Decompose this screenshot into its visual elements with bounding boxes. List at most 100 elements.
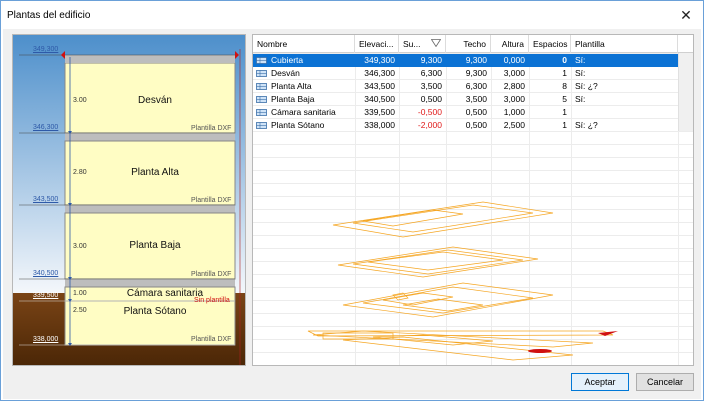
dialog-window: Plantas del edificio ✕ 349,300 346,300 3… (0, 0, 704, 401)
cell-elevacion: 339,500 (364, 107, 395, 117)
floors-table-panel: Nombre Elevaci... Su... Techo Altura Esp… (252, 34, 694, 366)
cell-altura: 3,000 (503, 68, 525, 78)
floor-height: 3.00 (73, 243, 87, 250)
table-side-strip (678, 53, 693, 131)
sort-filter-icon (431, 39, 441, 47)
floor-plan-icon (256, 122, 267, 129)
column-header-suelo-label: Su... (403, 39, 421, 49)
cell-altura: 0,000 (503, 55, 525, 65)
cell-espacios: 8 (562, 81, 567, 91)
level-label: 339,500 (33, 292, 59, 299)
cell-plantilla: Sí: ¿? (575, 81, 598, 91)
floor-height: 2.80 (73, 169, 87, 176)
cell-suelo: 0,500 (420, 94, 442, 104)
floor-template: Plantilla DXF (191, 125, 232, 132)
cancel-button[interactable]: Cancelar (636, 373, 694, 391)
red-flag-icon (528, 349, 552, 353)
cell-espacios: 0 (562, 55, 567, 65)
accept-button[interactable]: Aceptar (571, 373, 629, 391)
table-row[interactable]: Planta Baja 340,500 0,500 3,500 3,000 5 Sí: (253, 93, 678, 106)
floor-template: Plantilla DXF (191, 197, 232, 204)
cell-suelo: -0,500 (417, 107, 442, 117)
cell-plantilla: Sí: (575, 94, 586, 104)
floor-name: Planta Alta (131, 167, 179, 178)
floor-plan-icon (256, 96, 267, 103)
slab-346 (65, 133, 235, 141)
cell-nombre: Planta Sótano (271, 120, 325, 130)
dialog-body: 349,300 346,300 343,500 340,500 339,500 … (3, 29, 701, 399)
cell-techo: 9,300 (465, 68, 487, 78)
cell-suelo: -2,000 (417, 120, 442, 130)
cell-elevacion: 343,500 (364, 81, 395, 91)
cell-plantilla (571, 106, 678, 119)
close-icon[interactable]: ✕ (677, 6, 695, 24)
table-row[interactable]: Planta Sótano 338,000 -2,000 0,500 2,500 1 Sí:… (253, 119, 678, 132)
table-row[interactable]: Desván 346,300 6,300 9,300 3,000 1 Sí: (253, 67, 678, 80)
column-header-nombre[interactable]: Nombre (253, 35, 355, 53)
cell-techo: 0,500 (465, 120, 487, 130)
column-header-espacios[interactable]: Espacios (529, 35, 571, 53)
building-section-view[interactable]: 349,300 346,300 343,500 340,500 339,500 … (12, 34, 246, 366)
level-label: 338,000 (33, 336, 59, 343)
floor-height: 1.00 (73, 290, 87, 297)
cell-elevacion: 338,000 (364, 120, 395, 130)
floor-template: Plantilla DXF (191, 336, 232, 343)
cell-nombre: Cámara sanitaria (271, 107, 336, 117)
table-row[interactable]: Planta Alta 343,500 3,500 6,300 2,800 8 Sí: ¿? (253, 80, 678, 93)
column-header-elevacion[interactable]: Elevaci... (355, 35, 399, 53)
cell-nombre: Planta Baja (271, 94, 315, 104)
cell-nombre: Desván (271, 68, 300, 78)
column-header-altura[interactable]: Altura (491, 35, 529, 53)
level-label: 340,500 (33, 270, 59, 277)
floor-template: Plantilla DXF (191, 271, 232, 278)
cell-altura: 1,000 (503, 107, 525, 117)
level-label: 349,300 (33, 46, 59, 53)
table-row[interactable]: Cubierta 349,300 9,300 9,300 0,000 0 Sí: (253, 54, 678, 67)
slab-349 (65, 55, 235, 63)
cell-plantilla: Sí: (575, 55, 586, 65)
cell-suelo: 3,500 (420, 81, 442, 91)
cell-plantilla: Sí: (575, 68, 586, 78)
cell-suelo: 9,300 (420, 55, 442, 65)
floor-plan-icon (256, 109, 267, 116)
floor-name: Planta Sótano (123, 306, 187, 317)
cell-espacios: 5 (562, 94, 567, 104)
cell-nombre: Planta Alta (271, 81, 312, 91)
cell-elevacion: 346,300 (364, 68, 395, 78)
cell-nombre: Cubierta (271, 55, 304, 65)
table-row[interactable]: Cámara sanitaria 339,500 -0,500 0,500 1,000 1 (253, 106, 678, 119)
cell-techo: 6,300 (465, 81, 487, 91)
floor-template: Sin plantilla (194, 297, 230, 304)
cell-altura: 2,500 (503, 120, 525, 130)
floor-plan-icon (256, 70, 267, 77)
cell-espacios: 1 (562, 107, 567, 117)
floor-height: 3.00 (73, 97, 87, 104)
column-header-techo[interactable]: Techo (446, 35, 491, 53)
column-header-suelo[interactable]: Su... (399, 35, 446, 53)
floor-plan-icon (256, 83, 267, 90)
cell-altura: 2,800 (503, 81, 525, 91)
slab-343 (65, 205, 235, 213)
level-label: 346,300 (33, 124, 59, 131)
level-label: 343,500 (33, 196, 59, 203)
cell-espacios: 1 (562, 68, 567, 78)
dxf-preview[interactable] (253, 155, 693, 365)
column-header-plantilla[interactable]: Plantilla (571, 35, 678, 53)
floor-plan-icon (256, 57, 267, 64)
floor-name: Planta Baja (129, 240, 181, 251)
cell-altura: 3,000 (503, 94, 525, 104)
cell-elevacion: 349,300 (364, 55, 395, 65)
window-title: Plantas del edificio (7, 10, 91, 21)
floor-height: 2.50 (73, 307, 87, 314)
cell-techo: 0,500 (465, 107, 487, 117)
cell-suelo: 6,300 (420, 68, 442, 78)
cell-techo: 9,300 (465, 55, 487, 65)
cell-elevacion: 340,500 (364, 94, 395, 104)
cell-espacios: 1 (562, 120, 567, 130)
slab-340 (65, 279, 235, 287)
floor-name: Desván (138, 95, 172, 106)
cell-plantilla: Sí: ¿? (575, 120, 598, 130)
title-bar: Plantas del edificio ✕ (1, 1, 703, 29)
cell-techo: 3,500 (465, 94, 487, 104)
table-header: Nombre Elevaci... Su... Techo Altura Esp… (253, 35, 693, 53)
